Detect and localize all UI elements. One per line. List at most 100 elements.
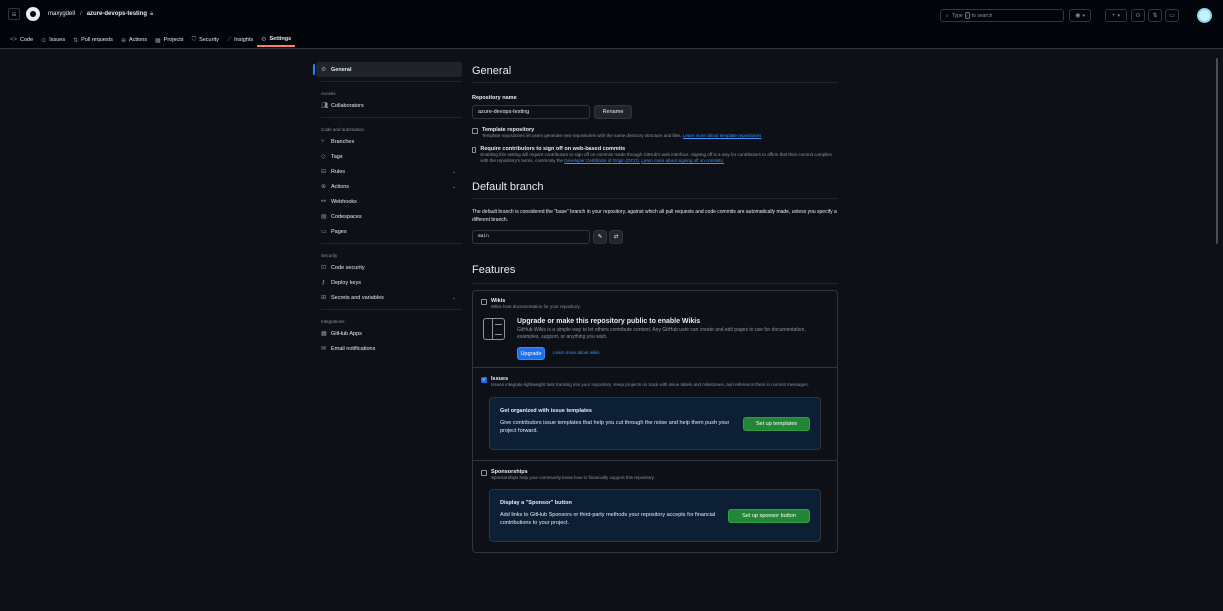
sidebar-item-label: Secrets and variables xyxy=(331,294,384,301)
wikis-upgrade-title: Upgrade or make this repository public t… xyxy=(517,318,701,325)
sidebar-item-rules[interactable]: ⊟ Rules ⌄ xyxy=(316,164,462,179)
chevron-down-icon: ⌄ xyxy=(451,183,456,190)
dco-link[interactable]: Developer Certificate of Origin (DCO). xyxy=(564,158,640,163)
settings-main: General Repository name azure-devops-tes… xyxy=(472,62,838,553)
gear-icon: ⚙ xyxy=(261,36,267,43)
branch-icon: ⑂ xyxy=(321,138,325,145)
shield-icon: ⛉ xyxy=(191,36,197,43)
breadcrumb-separator: / xyxy=(80,11,82,17)
tab-projects[interactable]: ▦ Projects xyxy=(151,33,188,47)
tab-actions[interactable]: ⊕ Actions xyxy=(117,33,151,47)
tab-settings[interactable]: ⚙ Settings xyxy=(257,33,296,47)
issues-button[interactable]: ⊙ xyxy=(1131,9,1145,22)
create-new-button[interactable]: + ▾ xyxy=(1105,9,1127,22)
tab-label: Security xyxy=(199,37,219,43)
sidebar-item-tags[interactable]: ◇ Tags xyxy=(316,149,462,164)
sidebar-item-label: General xyxy=(331,66,352,73)
webhook-icon: ⚯ xyxy=(321,199,327,205)
tab-label: Pull requests xyxy=(81,37,113,43)
tab-security[interactable]: ⛉ Security xyxy=(188,33,223,47)
sidebar-item-actions[interactable]: ⊕ Actions ⌄ xyxy=(316,179,462,194)
upgrade-button[interactable]: Upgrade xyxy=(517,347,545,360)
issues-desc: Issues integrate lightweight task tracki… xyxy=(491,382,809,387)
sidebar-item-label: Tags xyxy=(331,153,343,160)
set-up-templates-button[interactable]: Set up templates xyxy=(743,416,810,431)
template-checkbox[interactable] xyxy=(472,128,478,134)
pull-requests-button[interactable]: ⇅ xyxy=(1148,9,1162,22)
gear-icon: ⚙ xyxy=(321,67,327,73)
tab-pull-requests[interactable]: ⇅ Pull requests xyxy=(69,33,117,47)
tab-label: Projects xyxy=(163,37,184,43)
sidebar-item-label: Deploy keys xyxy=(331,279,361,286)
switch-branch-button[interactable]: ⇄ xyxy=(609,229,623,244)
pencil-icon: ✎ xyxy=(597,233,603,240)
breadcrumb-owner[interactable]: maxygdell xyxy=(48,11,75,17)
asterisk-icon: ⊞ xyxy=(321,295,327,301)
search-suffix: to search xyxy=(971,12,993,19)
edit-branch-button[interactable]: ✎ xyxy=(593,229,607,244)
tab-label: Code xyxy=(20,37,34,43)
issue-icon: ⊙ xyxy=(1135,13,1141,19)
page-title: General xyxy=(472,62,838,83)
chevron-down-icon: ▾ xyxy=(1082,12,1085,19)
chevron-down-icon: ⌄ xyxy=(451,168,456,175)
table-icon: ▦ xyxy=(155,37,161,44)
menu-icon[interactable]: ≡ xyxy=(8,8,20,20)
tab-code[interactable]: <> Code xyxy=(6,33,37,47)
sidebar-item-general[interactable]: ⚙ General xyxy=(313,62,462,77)
signoff-learn-link[interactable]: Learn more about signing off on commits. xyxy=(641,158,724,163)
repo-tabs: <> Code ⊙ Issues ⇅ Pull requests ⊕ Actions ▦… xyxy=(6,32,296,48)
copilot-button[interactable]: ◉ ▾ xyxy=(1069,9,1091,22)
sidebar-item-email-notifications[interactable]: ✉︎ Email notifications xyxy=(316,341,462,356)
sidebar-item-label: Collaborators xyxy=(331,102,364,109)
breadcrumb-repo[interactable]: azure-devops-testing xyxy=(87,11,147,17)
arrow-switch-icon: ⇄ xyxy=(613,233,619,240)
pull-request-icon: ⇅ xyxy=(73,37,79,44)
settings-sidebar: ⚙ General Access 👥︎ Collaborators Code and… xyxy=(313,62,462,356)
divider xyxy=(321,81,462,82)
issues-checkbox[interactable]: ✓ xyxy=(481,377,487,383)
search-input[interactable]: ⌕ Type / to search xyxy=(940,9,1064,22)
sidebar-group-security: Security xyxy=(321,253,338,258)
inbox-button[interactable]: ▭ xyxy=(1165,9,1179,22)
sidebar-item-label: Codespaces xyxy=(331,213,362,220)
copilot-icon: ◉ xyxy=(1075,13,1081,19)
sponsor-card-title: Display a "Sponsor" button xyxy=(500,500,572,506)
sidebar-item-secrets[interactable]: ⊞ Secrets and variables ⌄ xyxy=(316,290,462,305)
repo-name-input[interactable]: azure-devops-testing xyxy=(472,105,590,119)
default-branch-desc: The default branch is considered the "ba… xyxy=(472,208,837,223)
avatar[interactable] xyxy=(1197,8,1212,23)
sidebar-item-pages[interactable]: ▭ Pages xyxy=(316,224,462,239)
wikis-checkbox[interactable] xyxy=(481,298,487,305)
tab-insights[interactable]: ⟋ Insights xyxy=(223,33,257,47)
sidebar-item-code-security[interactable]: ⊡ Code security xyxy=(316,260,462,275)
default-branch-title: Default branch xyxy=(472,181,838,199)
chevron-down-icon: ⌄ xyxy=(451,294,456,301)
rename-button[interactable]: Rename xyxy=(594,105,632,119)
wikis-desc: Wikis host documentation for your reposi… xyxy=(491,303,581,309)
scrollbar-thumb[interactable] xyxy=(1216,58,1218,244)
sidebar-item-label: Code security xyxy=(331,264,365,271)
sidebar-item-deploy-keys[interactable]: ⚷ Deploy keys xyxy=(316,275,462,290)
signoff-checkbox[interactable] xyxy=(472,146,477,153)
template-learn-link[interactable]: Learn more about template repositories xyxy=(683,133,762,138)
sidebar-item-github-apps[interactable]: ▦ GitHub Apps xyxy=(316,326,462,341)
wikis-learn-link[interactable]: Learn more about wikis xyxy=(553,350,600,357)
sidebar-item-codespaces[interactable]: ▤ Codespaces xyxy=(316,209,462,224)
book-icon xyxy=(483,318,505,340)
sponsorships-checkbox[interactable] xyxy=(481,469,487,476)
set-up-sponsor-button[interactable]: Set up sponsor button xyxy=(728,509,810,523)
sidebar-item-branches[interactable]: ⑂ Branches xyxy=(316,134,462,149)
tab-issues[interactable]: ⊙ Issues xyxy=(37,33,69,47)
pull-request-icon: ⇅ xyxy=(1152,13,1158,19)
github-logo-icon[interactable] xyxy=(26,7,40,21)
sidebar-item-label: GitHub Apps xyxy=(331,330,362,337)
issue-templates-card: Get organized with issue templates Give … xyxy=(489,396,821,450)
sidebar-item-label: Actions xyxy=(331,183,350,190)
issue-icon: ⊙ xyxy=(41,37,47,44)
features-title: Features xyxy=(472,264,838,284)
sidebar-item-collaborators[interactable]: 👥︎ Collaborators xyxy=(316,98,462,113)
issue-templates-desc: Give contributors issue templates that h… xyxy=(500,419,730,434)
sidebar-item-webhooks[interactable]: ⚯ Webhooks xyxy=(316,194,462,209)
template-desc: Template repositories let users generate… xyxy=(482,133,682,138)
